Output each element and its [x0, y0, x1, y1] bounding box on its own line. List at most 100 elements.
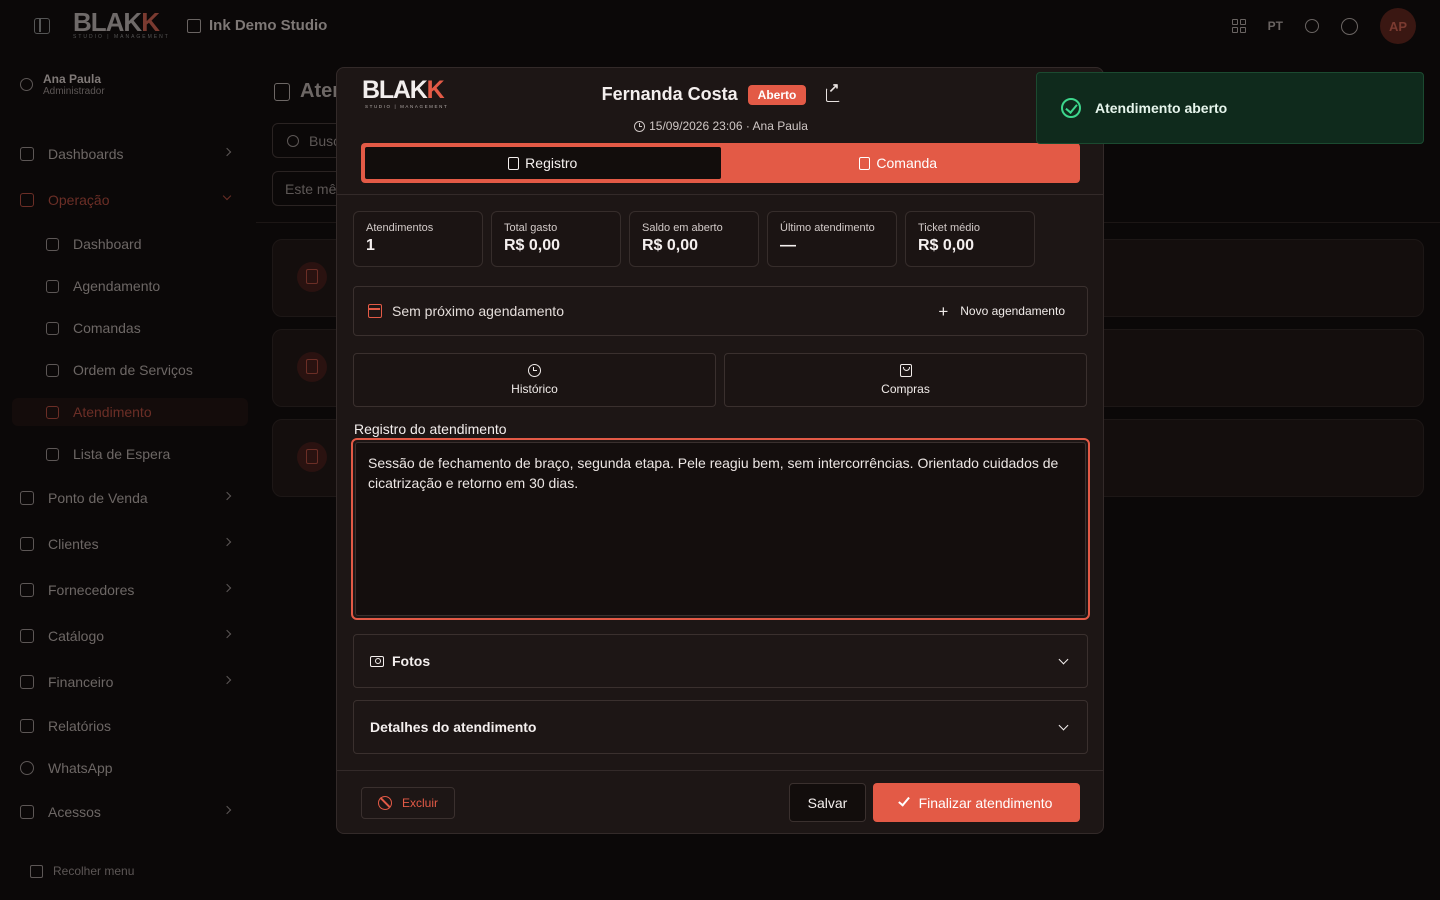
chevron-right-icon	[222, 491, 232, 501]
stat-value: R$ 0,00	[642, 237, 699, 254]
tab-registro[interactable]: Registro	[365, 147, 721, 179]
sidebar-item-label: Acessos	[48, 804, 101, 820]
sidebar-item-clientes[interactable]: Clientes	[20, 530, 236, 558]
sidebar-item-fornecedores[interactable]: Fornecedores	[20, 576, 236, 604]
tab-comanda[interactable]: Comanda	[721, 147, 1077, 179]
sidebar-item-label: Ponto de Venda	[48, 490, 148, 506]
chevron-right-icon	[222, 583, 232, 593]
attendance-notes-textarea[interactable]: Sessão de fechamento de braço, segunda e…	[355, 442, 1086, 616]
camera-icon	[370, 655, 384, 667]
attendance-modal: BLAKK STUDIO | MANAGEMENT Fernanda Costa…	[336, 67, 1104, 834]
sidebar-toggle-icon[interactable]	[34, 18, 50, 34]
warning-triangle-icon	[20, 193, 34, 207]
apps-grid-icon[interactable]	[1231, 19, 1246, 33]
sidebar-subitem-ordem-servicos[interactable]: Ordem de Serviços	[46, 356, 246, 384]
wallet-icon	[20, 675, 34, 689]
notes-label: Registro do atendimento	[354, 421, 507, 437]
sidebar-item-label: Catálogo	[48, 628, 105, 644]
gauge-icon	[46, 237, 59, 251]
sidebar-item-label: Agendamento	[73, 278, 161, 294]
sidebar-subitem-lista-espera[interactable]: Lista de Espera	[46, 440, 246, 468]
avatar[interactable]: AP	[1380, 8, 1416, 44]
status-badge: Aberto	[747, 84, 807, 105]
edit-note-icon	[859, 156, 871, 170]
chevron-right-icon	[222, 147, 232, 157]
next-appointment-text: Sem próximo agendamento	[392, 303, 564, 319]
clipboard-edit-icon	[297, 262, 327, 292]
topbar-actions: PT AP	[1231, 8, 1416, 44]
box-icon	[20, 629, 34, 643]
users-icon	[20, 537, 34, 551]
theme-sun-icon[interactable]	[1305, 19, 1319, 33]
page-title-text: Ater	[300, 80, 341, 102]
modal-tabs: Registro Comanda	[361, 143, 1080, 183]
tab-label: Comanda	[876, 155, 938, 171]
new-appointment-button[interactable]: + Novo agendamento	[930, 297, 1073, 326]
sidebar-item-acessos[interactable]: Acessos	[20, 798, 236, 826]
toast-message: Atendimento aberto	[1095, 100, 1228, 116]
chevron-right-icon	[222, 537, 232, 547]
studio-selector[interactable]: Ink Demo Studio	[187, 17, 327, 34]
ban-icon	[377, 796, 392, 810]
history-label: Histórico	[511, 382, 558, 396]
sidebar-subitem-comandas[interactable]: Comandas	[46, 314, 246, 342]
stat-card: Saldo em aberto R$ 0,00	[629, 211, 759, 267]
sidebar-subitem-agendamento[interactable]: Agendamento	[46, 272, 246, 300]
sidebar: Ana Paula Administrador Dashboards Opera…	[0, 52, 256, 900]
chevron-down-icon	[1058, 720, 1069, 730]
details-label: Detalhes do atendimento	[370, 719, 537, 735]
delete-button[interactable]: Excluir	[361, 787, 455, 819]
cart-icon	[20, 491, 34, 505]
language-switch[interactable]: PT	[1268, 19, 1283, 33]
sidebar-item-operacao[interactable]: Operação	[20, 186, 236, 214]
purchases-label: Compras	[881, 382, 930, 396]
logo-accent: K	[141, 7, 160, 37]
collapse-menu-button[interactable]: Recolher menu	[30, 864, 134, 878]
user-name: Ana Paula	[43, 72, 102, 86]
calendar-icon	[46, 279, 59, 293]
external-link-icon[interactable]	[826, 80, 841, 102]
stat-label: Último atendimento	[780, 222, 875, 234]
purchases-button[interactable]: Compras	[724, 353, 1087, 407]
save-button[interactable]: Salvar	[789, 783, 866, 822]
divider	[337, 194, 1103, 195]
sidebar-item-dashboards[interactable]: Dashboards	[20, 140, 236, 168]
dashboard-grid-icon	[20, 147, 34, 161]
stat-label: Ticket médio	[918, 222, 980, 234]
app-logo[interactable]: BLAKK STUDIO | MANAGEMENT	[73, 7, 170, 40]
stat-label: Saldo em aberto	[642, 222, 723, 234]
user-icon	[20, 78, 33, 91]
calendar-clock-icon	[368, 304, 382, 318]
history-button[interactable]: Histórico	[353, 353, 716, 407]
stat-value: 1	[366, 237, 375, 254]
panel-collapse-icon	[30, 864, 43, 878]
sidebar-subitem-atendimento[interactable]: Atendimento	[12, 398, 248, 426]
user-block[interactable]: Ana Paula Administrador	[20, 72, 105, 97]
logo-text: BLAK	[73, 7, 142, 37]
chat-icon[interactable]	[1341, 17, 1358, 35]
chevron-down-icon	[222, 191, 232, 201]
modal-header: Fernanda Costa Aberto	[337, 80, 1105, 105]
sidebar-item-label: Atendimento	[73, 404, 152, 420]
sidebar-item-label: Relatórios	[48, 718, 112, 734]
photos-accordion[interactable]: Fotos	[353, 634, 1088, 688]
finish-attendance-button[interactable]: Finalizar atendimento	[873, 783, 1080, 822]
chevron-right-icon	[222, 805, 232, 815]
key-icon	[20, 805, 34, 819]
check-circle-icon	[1061, 98, 1081, 118]
sidebar-item-catalogo[interactable]: Catálogo	[20, 622, 236, 650]
sidebar-item-label: Fornecedores	[48, 582, 135, 598]
logo-subtitle: STUDIO | MANAGEMENT	[73, 34, 170, 40]
sidebar-item-financeiro[interactable]: Financeiro	[20, 668, 236, 696]
user-role: Administrador	[43, 86, 105, 97]
sidebar-item-whatsapp[interactable]: WhatsApp	[20, 754, 236, 782]
sidebar-subitem-dashboard[interactable]: Dashboard	[46, 230, 246, 258]
sidebar-item-ponto-venda[interactable]: Ponto de Venda	[20, 484, 236, 512]
details-accordion[interactable]: Detalhes do atendimento	[353, 700, 1088, 754]
edit-note-icon	[46, 321, 59, 335]
sidebar-item-relatorios[interactable]: Relatórios	[20, 712, 236, 740]
sidebar-item-label: Operação	[48, 192, 110, 208]
stat-card: Ticket médio R$ 0,00	[905, 211, 1035, 267]
new-appointment-label: Novo agendamento	[960, 304, 1065, 318]
notes-focus-ring: Sessão de fechamento de braço, segunda e…	[351, 438, 1090, 620]
